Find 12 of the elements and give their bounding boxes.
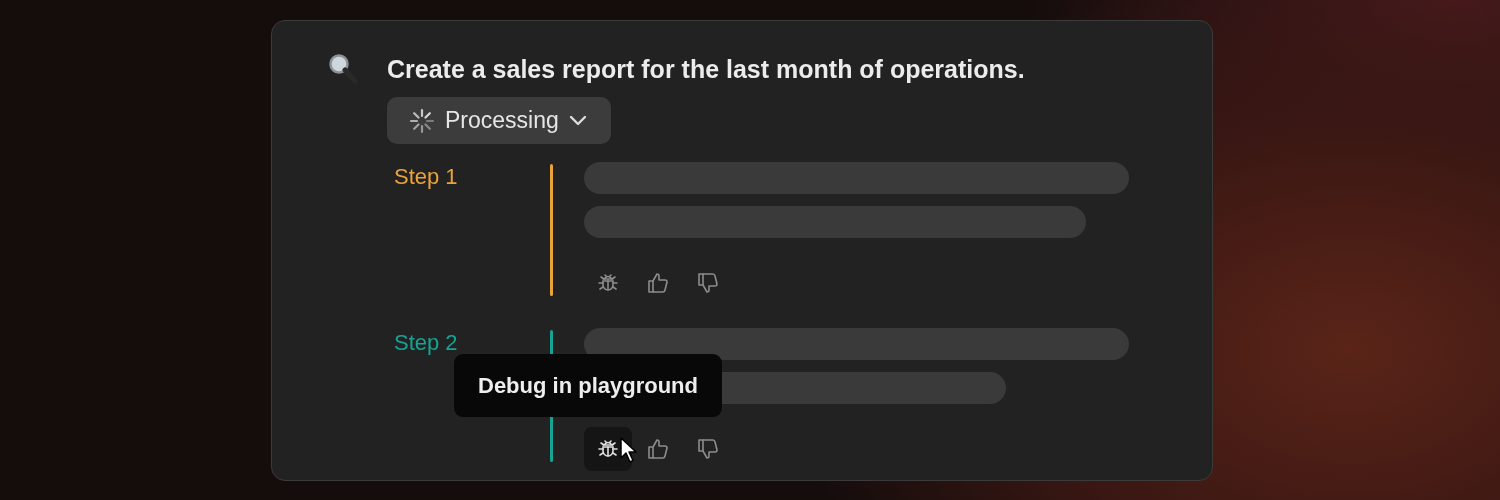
thumbs-up-icon — [646, 271, 670, 295]
step-label: Step 1 — [394, 164, 458, 189]
tooltip: Debug in playground — [454, 354, 722, 417]
spinner-icon — [409, 107, 435, 134]
search-icon — [328, 53, 358, 85]
thumbs-down-icon — [696, 437, 720, 461]
chevron-down-icon — [568, 114, 587, 127]
step-label: Step 2 — [394, 330, 458, 355]
status-dropdown[interactable]: Processing — [387, 97, 611, 144]
thumbs-down-icon — [696, 271, 720, 295]
query-text: Create a sales report for the last month of operations. — [387, 54, 1025, 85]
thumbs-up-icon — [646, 437, 670, 461]
